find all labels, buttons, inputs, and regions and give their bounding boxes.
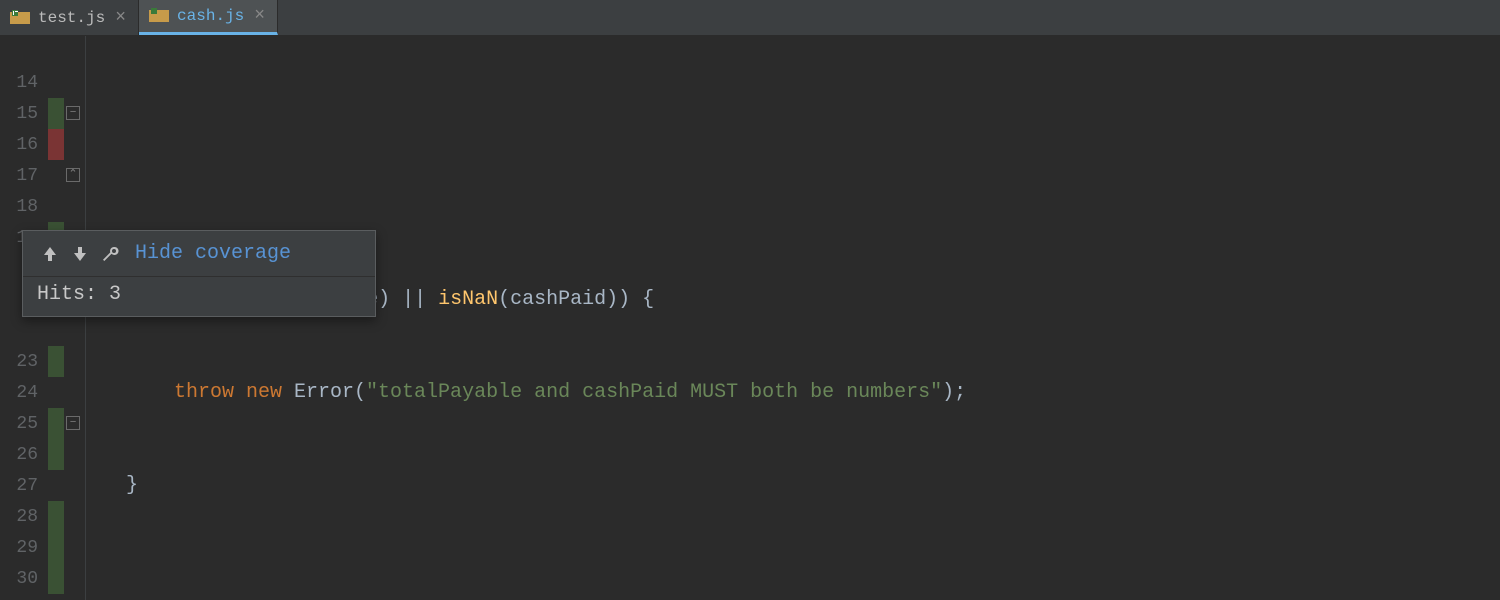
tab-label: cash.js bbox=[177, 7, 244, 25]
coverage-hits-text: Hits: 3 bbox=[23, 277, 375, 316]
code-area[interactable]: if(isNaN(totalPayable) || isNaN(cashPaid… bbox=[86, 36, 1500, 600]
arrow-up-icon bbox=[41, 245, 59, 263]
tab-test-js[interactable]: test.js × bbox=[0, 0, 139, 35]
js-file-icon bbox=[149, 6, 169, 26]
js-file-icon bbox=[10, 8, 30, 28]
fold-toggle-icon[interactable]: − bbox=[66, 416, 80, 430]
tab-bar: test.js × cash.js × bbox=[0, 0, 1500, 36]
next-coverage-button[interactable] bbox=[65, 239, 95, 269]
coverage-popup: Hide coverage Hits: 3 bbox=[22, 230, 376, 317]
code-editor[interactable]: 14 15 16 17 18 19 23 24 25 26 27 28 29 3… bbox=[0, 36, 1500, 600]
tab-cash-js[interactable]: cash.js × bbox=[139, 0, 278, 35]
close-icon[interactable]: × bbox=[115, 9, 126, 27]
fold-up-icon[interactable]: ⌃ bbox=[66, 168, 80, 182]
fold-gutter[interactable]: − ⌃ − bbox=[64, 36, 86, 600]
arrow-down-icon bbox=[71, 245, 89, 263]
hide-coverage-link[interactable]: Hide coverage bbox=[135, 242, 291, 265]
coverage-gutter[interactable] bbox=[48, 36, 64, 600]
close-icon[interactable]: × bbox=[254, 7, 265, 25]
coverage-settings-button[interactable] bbox=[95, 239, 125, 269]
prev-coverage-button[interactable] bbox=[35, 239, 65, 269]
fold-toggle-icon[interactable]: − bbox=[66, 106, 80, 120]
wrench-icon bbox=[101, 245, 119, 263]
tab-label: test.js bbox=[38, 9, 105, 27]
line-number-gutter: 14 15 16 17 18 19 23 24 25 26 27 28 29 3… bbox=[0, 36, 48, 600]
